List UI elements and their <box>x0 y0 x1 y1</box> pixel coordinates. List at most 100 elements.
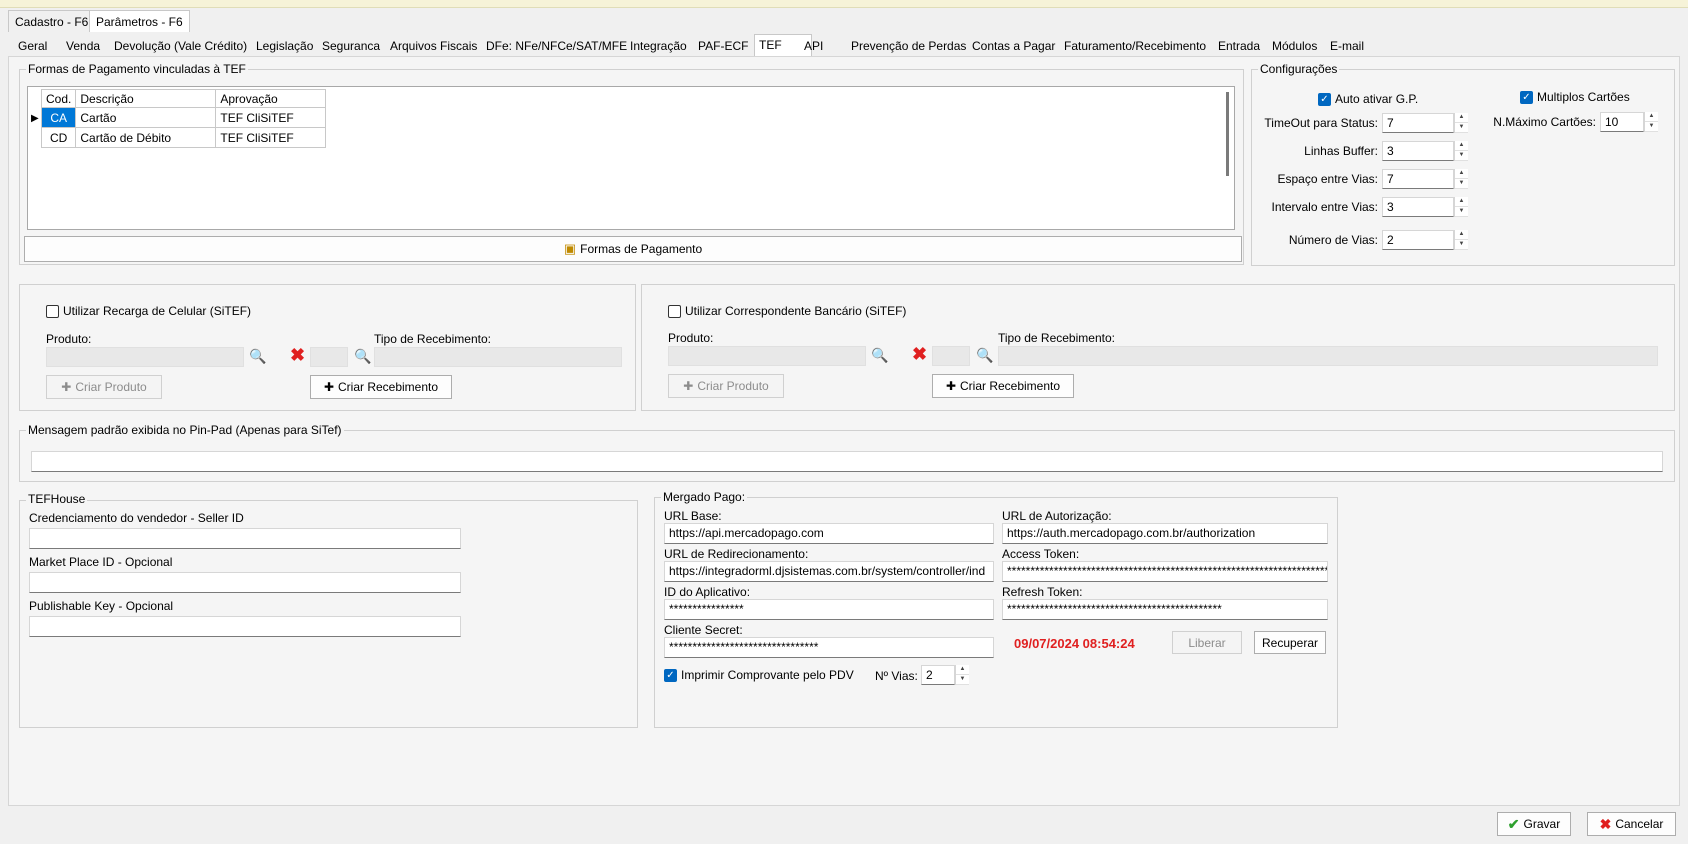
grid-scrollbar[interactable] <box>1226 92 1229 176</box>
mensagem-input[interactable] <box>31 451 1663 472</box>
spin-buttons[interactable]: ▲ ▼ <box>1454 230 1468 250</box>
timeout-label: TimeOut para Status: <box>1264 116 1378 130</box>
recarga-criar-produto-button[interactable]: ✚ Criar Produto <box>46 375 162 399</box>
cell-descricao[interactable]: Cartão <box>75 107 217 128</box>
recarga-tipo-input[interactable] <box>374 347 622 367</box>
tab-contas-pagar[interactable]: Contas a Pagar <box>968 36 1059 56</box>
correspondente-criar-produto-button[interactable]: ✚ Criar Produto <box>668 374 784 398</box>
cancelar-button[interactable]: ✖ Cancelar <box>1587 812 1676 836</box>
seller-id-input[interactable] <box>29 528 461 549</box>
n-vias-spinner[interactable]: 2 ▲ ▼ <box>921 665 969 685</box>
correspondente-produto-input[interactable] <box>668 346 866 366</box>
mercado-pago-group-label: Mergado Pago: <box>661 490 748 504</box>
url-auth-input[interactable]: https://auth.mercadopago.com.br/authoriz… <box>1002 523 1328 544</box>
plus-icon: ✚ <box>323 380 334 394</box>
tab-paf-ecf[interactable]: PAF-ECF <box>694 36 752 56</box>
cancel-icon: ✖ <box>1599 815 1612 832</box>
recarga-produto-label: Produto: <box>46 332 92 346</box>
correspondente-tipo-input[interactable] <box>998 346 1658 366</box>
row-indicator-icon: ▶ <box>31 113 39 124</box>
liberar-button[interactable]: Liberar <box>1172 631 1242 654</box>
app-id-input[interactable]: **************** <box>664 599 994 620</box>
timeout-input[interactable]: 7 <box>1382 113 1454 133</box>
formas-grid[interactable]: ▶ Cod. Descrição Aprovação CA Cartão TEF… <box>27 86 1235 230</box>
url-redir-label: URL de Redirecionamento: <box>664 547 809 561</box>
recarga-checkbox[interactable]: Utilizar Recarga de Celular (SiTEF) <box>46 304 251 318</box>
spin-buttons[interactable]: ▲ ▼ <box>1454 197 1468 217</box>
multiplos-cartoes-checkbox[interactable]: ✓ Multiplos Cartões <box>1520 90 1630 104</box>
tab-legislacao[interactable]: Legislação <box>252 36 317 56</box>
espaco-vias-spinner[interactable]: 7 ▲ ▼ <box>1382 169 1468 189</box>
auto-ativar-checkbox[interactable]: ✓ Auto ativar G.P. <box>1318 92 1418 106</box>
timeout-spinner[interactable]: 7 ▲ ▼ <box>1382 113 1468 133</box>
tab-integracao[interactable]: Integração <box>626 36 691 56</box>
recuperar-button[interactable]: Recuperar <box>1254 631 1326 654</box>
table-row[interactable]: CD Cartão de Débito TEF CliSiTEF <box>40 127 327 148</box>
intervalo-vias-input[interactable]: 3 <box>1382 197 1454 217</box>
linhas-buffer-spinner[interactable]: 3 ▲ ▼ <box>1382 141 1468 161</box>
numero-vias-input[interactable]: 2 <box>1382 230 1454 250</box>
url-redir-input[interactable]: https://integradorml.djsistemas.com.br/s… <box>664 561 994 582</box>
tab-entrada[interactable]: Entrada <box>1214 36 1264 56</box>
imprimir-comprovante-checkbox[interactable]: ✓ Imprimir Comprovante pelo PDV <box>664 668 854 682</box>
tab-api[interactable]: API <box>800 36 827 56</box>
numero-vias-spinner[interactable]: 2 ▲ ▼ <box>1382 230 1468 250</box>
linhas-buffer-input[interactable]: 3 <box>1382 141 1454 161</box>
correspondente-label: Utilizar Correspondente Bancário (SiTEF) <box>685 304 907 318</box>
search-icon[interactable]: 🔍 <box>871 347 888 364</box>
clear-icon[interactable]: ✖ <box>290 345 305 366</box>
publishable-key-input[interactable] <box>29 616 461 637</box>
refresh-token-label: Refresh Token: <box>1002 585 1083 599</box>
tab-seguranca[interactable]: Seguranca <box>318 36 384 56</box>
tab-venda[interactable]: Venda <box>62 36 104 56</box>
search-icon[interactable]: 🔍 <box>976 347 993 364</box>
cell-cod[interactable]: CA <box>40 107 77 128</box>
refresh-token-input[interactable]: ****************************************… <box>1002 599 1328 620</box>
client-secret-input[interactable]: ******************************** <box>664 637 994 658</box>
tab-email[interactable]: E-mail <box>1326 36 1368 56</box>
nmax-cartoes-input[interactable]: 10 <box>1600 112 1644 132</box>
tab-geral[interactable]: Geral <box>14 36 51 56</box>
gravar-button[interactable]: ✔ Gravar <box>1497 812 1571 836</box>
correspondente-checkbox[interactable]: Utilizar Correspondente Bancário (SiTEF) <box>668 304 906 318</box>
nmax-cartoes-spinner[interactable]: 10 ▲ ▼ <box>1600 112 1658 132</box>
tab-modulos[interactable]: Módulos <box>1268 36 1321 56</box>
tab-dfe[interactable]: DFe: NFe/NFCe/SAT/MFE <box>482 36 631 56</box>
table-row[interactable]: CA Cartão TEF CliSiTEF <box>40 107 327 128</box>
intervalo-vias-spinner[interactable]: 3 ▲ ▼ <box>1382 197 1468 217</box>
access-token-input[interactable]: ****************************************… <box>1002 561 1328 582</box>
spin-buttons[interactable]: ▲ ▼ <box>955 665 969 685</box>
tab-cadastro[interactable]: Cadastro - F6 <box>8 10 96 32</box>
correspondente-criar-recebimento-button[interactable]: ✚ Criar Recebimento <box>932 374 1074 398</box>
espaco-vias-input[interactable]: 7 <box>1382 169 1454 189</box>
n-vias-input[interactable]: 2 <box>921 665 955 685</box>
col-cod: Cod. <box>40 89 77 108</box>
recarga-criar-recebimento-button[interactable]: ✚ Criar Recebimento <box>310 375 452 399</box>
formas-group-label: Formas de Pagamento vinculadas à TEF <box>26 62 248 76</box>
tab-prevencao-perdas[interactable]: Prevenção de Perdas <box>847 36 970 56</box>
market-place-input[interactable] <box>29 572 461 593</box>
spin-buttons[interactable]: ▲ ▼ <box>1644 112 1658 132</box>
spin-buttons[interactable]: ▲ ▼ <box>1454 169 1468 189</box>
search-icon[interactable]: 🔍 <box>354 348 371 365</box>
tab-faturamento[interactable]: Faturamento/Recebimento <box>1060 36 1210 56</box>
spin-buttons[interactable]: ▲ ▼ <box>1454 141 1468 161</box>
recarga-produto-input[interactable] <box>46 347 244 367</box>
recarga-tipo-code-input[interactable] <box>310 347 348 367</box>
tab-parametros[interactable]: Parâmetros - F6 <box>89 10 190 32</box>
cell-aprovacao[interactable]: TEF CliSiTEF <box>215 127 327 148</box>
tab-arquivos-fiscais[interactable]: Arquivos Fiscais <box>386 36 481 56</box>
spin-buttons[interactable]: ▲ ▼ <box>1454 113 1468 133</box>
criar-produto-label: Criar Produto <box>75 380 147 394</box>
url-base-input[interactable]: https://api.mercadopago.com <box>664 523 994 544</box>
formas-pagamento-label: Formas de Pagamento <box>580 242 703 256</box>
cell-descricao[interactable]: Cartão de Débito <box>75 127 217 148</box>
clear-icon[interactable]: ✖ <box>912 344 927 365</box>
formas-pagamento-button[interactable]: ▣ Formas de Pagamento <box>24 236 1242 262</box>
correspondente-tipo-code-input[interactable] <box>932 346 970 366</box>
cell-cod[interactable]: CD <box>40 127 77 148</box>
search-icon[interactable]: 🔍 <box>249 348 266 365</box>
tab-devolucao[interactable]: Devolução (Vale Crédito) <box>110 36 251 56</box>
cell-aprovacao[interactable]: TEF CliSiTEF <box>215 107 327 128</box>
criar-recebimento-label: Criar Recebimento <box>960 379 1061 393</box>
